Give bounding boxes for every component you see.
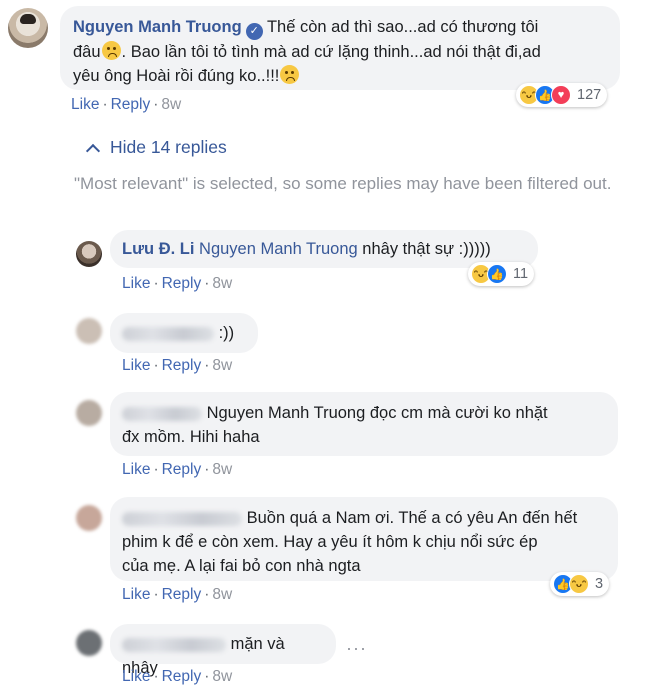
avatar[interactable]: [76, 505, 102, 531]
filter-notice: "Most relevant" is selected, so some rep…: [74, 174, 612, 193]
reply-text-line1: đọc cm mà cười ko nhặt: [365, 404, 548, 422]
like-reaction-icon: 👍: [487, 264, 507, 284]
timestamp[interactable]: 8w: [212, 275, 232, 292]
reply-bubble: Nguyen Manh Truong đọc cm mà cười ko nhặ…: [110, 392, 618, 456]
blurred-author-name: [122, 406, 202, 421]
reply-text-line2: phim k để e còn xem. Hay a yêu ít hôm k …: [122, 533, 538, 551]
mention-link[interactable]: Nguyen Manh Truong: [207, 404, 366, 422]
like-link[interactable]: Like: [122, 461, 150, 478]
comment-text-line2a: đâu: [73, 42, 101, 61]
comment-text-line3: yêu ông Hoài rồi đúng ko..!!!: [73, 66, 280, 85]
avatar[interactable]: [76, 318, 102, 344]
reply-bubble: :)): [110, 313, 258, 353]
like-link[interactable]: Like: [122, 586, 150, 603]
reply-link[interactable]: Reply: [162, 461, 202, 478]
verified-badge-icon: ✓: [245, 22, 263, 40]
reply-actions: Like · Reply · 8w: [122, 668, 233, 685]
reply-text-line2: đx mồm. Hihi haha: [122, 428, 260, 446]
reply-text-line3: của mẹ. A lại fai bỏ con nhà ngta: [122, 557, 361, 575]
reply-bubble: Buồn quá a Nam ơi. Thế a có yêu An đến h…: [110, 497, 618, 581]
reactions-count: 11: [513, 266, 529, 282]
reactions-count: 127: [577, 87, 602, 103]
reply-link[interactable]: Reply: [162, 275, 202, 292]
haha-reaction-icon: ᵔᴗᵔ: [569, 574, 589, 594]
reply-text-line1: Buồn quá a Nam ơi. Thế a có yêu An đến h…: [246, 509, 578, 527]
reply-text: nhây thật sự :))))): [357, 240, 491, 258]
like-link[interactable]: Like: [122, 668, 150, 685]
reply-bubble: mặn và nhây: [110, 624, 336, 677]
comment-actions: Like · Reply · 8w: [71, 96, 182, 113]
comment-text-line2b: . Bao lần tôi tỏ tình mà ad cứ lặng thin…: [121, 42, 541, 61]
love-reaction-icon: ♥: [551, 85, 571, 105]
blurred-author-name: [122, 637, 226, 652]
reply-text: :)): [218, 324, 235, 342]
reactions-badge[interactable]: 👍 ᵔᴗᵔ 3: [550, 572, 610, 596]
reply-link[interactable]: Reply: [162, 586, 202, 603]
avatar[interactable]: [76, 241, 102, 267]
reply-link[interactable]: Reply: [162, 357, 202, 374]
blurred-author-name: [122, 326, 214, 341]
reply-actions: Like · Reply · 8w: [122, 275, 233, 292]
like-link[interactable]: Like: [122, 357, 150, 374]
sad-emoji-icon: [280, 64, 300, 84]
reply-actions: Like · Reply · 8w: [122, 461, 233, 478]
reply-link[interactable]: Reply: [111, 96, 151, 113]
reactions-count: 3: [595, 576, 604, 592]
main-comment-bubble: Nguyen Manh Truong ✓ Thế còn ad thì sao..…: [60, 6, 620, 90]
blurred-author-name: [122, 511, 242, 526]
avatar[interactable]: [8, 8, 48, 48]
reply-author[interactable]: Lưu Đ. Li: [122, 240, 194, 258]
hide-replies-button[interactable]: Hide 14 replies: [85, 137, 227, 158]
comment-text-line1: Thế còn ad thì sao...ad có thương tôi: [266, 18, 539, 36]
timestamp[interactable]: 8w: [161, 96, 181, 113]
like-link[interactable]: Like: [71, 96, 99, 113]
timestamp[interactable]: 8w: [212, 668, 232, 685]
mention-link[interactable]: Nguyen Manh Truong: [199, 240, 358, 258]
reply-link[interactable]: Reply: [162, 668, 202, 685]
timestamp[interactable]: 8w: [212, 461, 232, 478]
reply-actions: Like · Reply · 8w: [122, 586, 233, 603]
avatar[interactable]: [76, 400, 102, 426]
reply-actions: Like · Reply · 8w: [122, 357, 233, 374]
timestamp[interactable]: 8w: [212, 586, 232, 603]
reactions-badge[interactable]: ᵔᴗᵔ 👍 ♥ 127: [516, 83, 608, 107]
chevron-up-icon: [85, 143, 101, 158]
reactions-badge[interactable]: ᵔᴗᵔ 👍 11: [468, 262, 535, 286]
like-link[interactable]: Like: [122, 275, 150, 292]
comment-author[interactable]: Nguyen Manh Truong: [73, 18, 242, 36]
more-options-icon[interactable]: ···: [346, 638, 367, 659]
timestamp[interactable]: 8w: [212, 357, 232, 374]
hide-replies-label: Hide 14 replies: [110, 137, 227, 157]
sad-emoji-icon: [101, 40, 121, 60]
avatar[interactable]: [76, 630, 102, 656]
